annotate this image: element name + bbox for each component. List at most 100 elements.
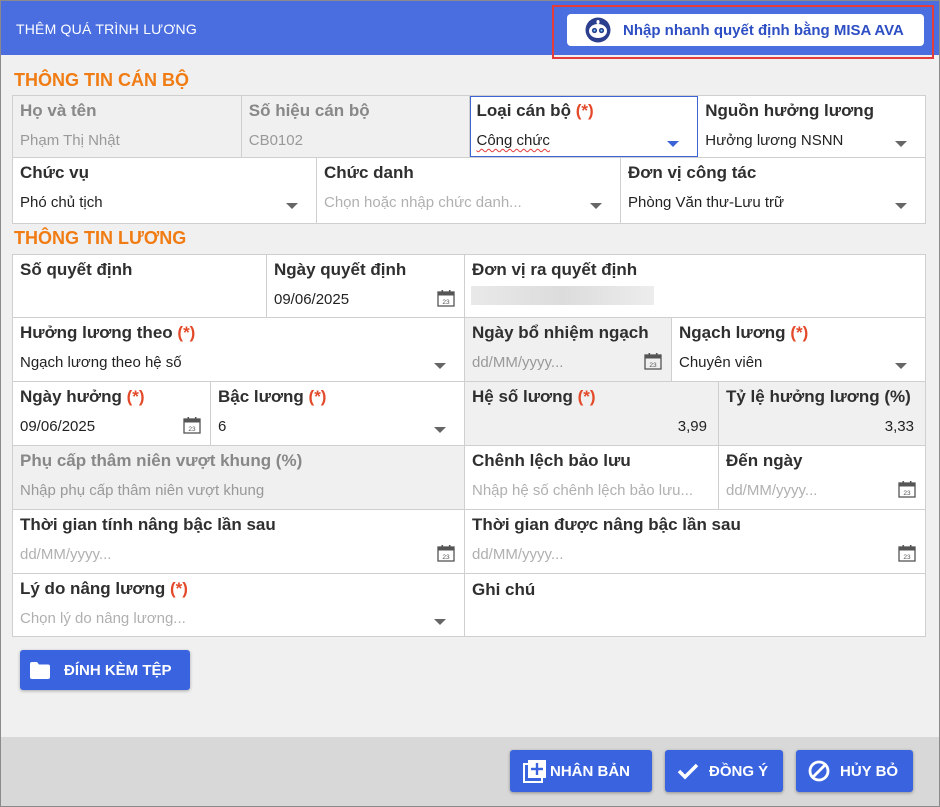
attach-file-button[interactable]: ĐÍNH KÈM TỆP xyxy=(20,650,190,690)
decision-date-input[interactable]: Ngày quyết định 09/06/2025 23 xyxy=(267,255,465,317)
effective-date-input[interactable]: Ngày hưởng (*) 09/06/2025 23 xyxy=(13,382,211,445)
section-title-salary-info: THÔNG TIN LƯƠNG xyxy=(14,228,187,248)
title-placeholder: Chọn hoặc nhập chức danh... xyxy=(324,194,522,211)
calendar-icon[interactable]: 23 xyxy=(898,544,916,562)
full-name-value: Phạm Thị Nhật xyxy=(20,132,120,149)
work-unit-select[interactable]: Đơn vị công tác Phòng Văn thư-Lưu trữ xyxy=(621,158,926,223)
rank-appoint-date-placeholder: dd/MM/yyyy... xyxy=(472,354,564,371)
reserved-diff-input[interactable]: Chênh lệch bảo lưu Nhập hệ số chênh lệch… xyxy=(465,446,719,509)
attach-file-label: ĐÍNH KÈM TỆP xyxy=(64,661,172,679)
to-date-label: Đến ngày xyxy=(726,451,803,470)
decision-no-input[interactable]: Số quyết định xyxy=(13,255,267,317)
next-raise-label: Thời gian được nâng bậc lần sau xyxy=(472,515,741,534)
next-raise-calc-label: Thời gian tính nâng bậc lần sau xyxy=(20,515,276,534)
section-title-staff-info: THÔNG TIN CÁN BỘ xyxy=(14,70,189,90)
calendar-day-text: 23 xyxy=(188,426,196,433)
rank-label: Ngạch lương (*) xyxy=(679,323,809,342)
seniority-allowance-placeholder: Nhập phụ cấp thâm niên vượt khung xyxy=(20,482,265,499)
to-date-placeholder: dd/MM/yyyy... xyxy=(726,482,818,499)
calendar-icon[interactable]: 23 xyxy=(437,544,455,562)
checkmark-icon xyxy=(677,763,699,780)
coefficient-value: 3,99 xyxy=(677,418,707,435)
duplicate-button[interactable]: NHÂN BẢN xyxy=(510,750,652,792)
salary-basis-label: Hưởng lương theo (*) xyxy=(20,323,196,342)
salary-source-value: Hưởng lương NSNN xyxy=(705,132,844,149)
position-label: Chức vụ xyxy=(20,163,89,182)
salary-source-label: Nguồn hưởng lương xyxy=(705,101,874,120)
position-value: Phó chủ tịch xyxy=(20,194,103,211)
calendar-day-text: 23 xyxy=(903,554,911,561)
next-raise-calc-input[interactable]: Thời gian tính nâng bậc lần sau dd/MM/yy… xyxy=(13,510,465,573)
full-name-field: Họ và tên Phạm Thị Nhật xyxy=(13,96,242,157)
note-textarea[interactable]: Ghi chú xyxy=(465,574,926,636)
salary-row-3: Ngày hưởng (*) 09/06/2025 23 Bậc lương (… xyxy=(12,382,926,446)
rank-appoint-date-input[interactable]: Ngày bổ nhiệm ngạch dd/MM/yyyy... 23 xyxy=(465,318,672,381)
work-unit-label: Đơn vị công tác xyxy=(628,163,757,182)
position-select[interactable]: Chức vụ Phó chủ tịch xyxy=(13,158,317,223)
next-raise-calc-placeholder: dd/MM/yyyy... xyxy=(20,546,112,563)
next-raise-input[interactable]: Thời gian được nâng bậc lần sau dd/MM/yy… xyxy=(465,510,926,573)
chevron-down-icon[interactable] xyxy=(667,141,680,147)
issuing-unit-input[interactable]: Đơn vị ra quyết định xyxy=(465,255,926,317)
salary-row-5: Thời gian tính nâng bậc lần sau dd/MM/yy… xyxy=(12,510,926,574)
coefficient-field: Hệ số lương (*) 3,99 xyxy=(465,382,719,445)
title-label: Chức danh xyxy=(324,163,414,182)
salary-source-select[interactable]: Nguồn hưởng lương Hưởng lương NSNN xyxy=(698,96,926,157)
salary-basis-value: Ngạch lương theo hệ số xyxy=(20,354,182,371)
staff-type-label: Loại cán bộ (*) xyxy=(476,101,594,120)
chevron-down-icon[interactable] xyxy=(895,141,907,147)
salary-row-2: Hưởng lương theo (*) Ngạch lương theo hệ… xyxy=(12,318,926,382)
grade-select[interactable]: Bậc lương (*) 6 xyxy=(211,382,465,445)
add-salary-process-dialog: THÊM QUÁ TRÌNH LƯƠNG Nhập nhanh quyết đị… xyxy=(0,0,940,807)
staff-code-field: Số hiệu cán bộ CB0102 xyxy=(241,96,470,157)
duplicate-label: NHÂN BẢN xyxy=(550,762,630,780)
seniority-allowance-label: Phụ cấp thâm niên vượt khung (%) xyxy=(20,451,303,470)
grade-label: Bậc lương (*) xyxy=(218,387,327,406)
chevron-down-icon[interactable] xyxy=(434,427,446,433)
ok-label: ĐỒNG Ý xyxy=(709,762,769,780)
chevron-down-icon[interactable] xyxy=(590,203,602,209)
ok-button[interactable]: ĐỒNG Ý xyxy=(665,750,783,792)
decision-no-label: Số quyết định xyxy=(20,260,133,279)
calendar-icon[interactable]: 23 xyxy=(183,416,201,434)
to-date-input[interactable]: Đến ngày dd/MM/yyyy... 23 xyxy=(719,446,926,509)
decision-date-label: Ngày quyết định xyxy=(274,260,407,279)
chevron-down-icon[interactable] xyxy=(286,203,298,209)
staff-code-label: Số hiệu cán bộ xyxy=(248,101,370,120)
rank-select[interactable]: Ngạch lương (*) Chuyên viên xyxy=(672,318,926,381)
title-select[interactable]: Chức danh Chọn hoặc nhập chức danh... xyxy=(317,158,621,223)
effective-date-label: Ngày hưởng (*) xyxy=(20,387,145,406)
staff-code-value: CB0102 xyxy=(248,132,303,149)
issuing-unit-blurred-value xyxy=(471,286,654,305)
staff-type-select[interactable]: Loại cán bộ (*) Công chức xyxy=(469,96,699,157)
salary-rate-field: Tỷ lệ hưởng lương (%) 3,33 xyxy=(719,382,926,445)
calendar-day-text: 23 xyxy=(442,299,450,306)
chevron-down-icon[interactable] xyxy=(895,203,907,209)
misa-ava-button-label: Nhập nhanh quyết định bằng MISA AVA xyxy=(623,21,904,39)
chevron-down-icon[interactable] xyxy=(434,363,446,369)
work-unit-value: Phòng Văn thư-Lưu trữ xyxy=(628,194,785,211)
reserved-diff-label: Chênh lệch bảo lưu xyxy=(472,451,631,470)
calendar-icon[interactable]: 23 xyxy=(898,480,916,498)
calendar-day-text: 23 xyxy=(903,490,911,497)
chevron-down-icon[interactable] xyxy=(895,363,907,369)
misa-ava-quick-entry-button[interactable]: Nhập nhanh quyết định bằng MISA AVA xyxy=(567,14,924,46)
raise-reason-select[interactable]: Lý do nâng lương (*) Chọn lý do nâng lươ… xyxy=(13,574,465,636)
full-name-label: Họ và tên xyxy=(20,101,97,120)
note-label: Ghi chú xyxy=(472,580,536,599)
salary-row-4: Phụ cấp thâm niên vượt khung (%) Nhập ph… xyxy=(12,446,926,510)
calendar-icon[interactable]: 23 xyxy=(644,352,662,370)
salary-row-6: Lý do nâng lương (*) Chọn lý do nâng lươ… xyxy=(12,574,926,637)
rank-value: Chuyên viên xyxy=(679,354,763,371)
chevron-down-icon[interactable] xyxy=(434,619,446,625)
calendar-icon[interactable]: 23 xyxy=(437,289,455,307)
salary-rate-value: 3,33 xyxy=(884,418,914,435)
salary-basis-select[interactable]: Hưởng lương theo (*) Ngạch lương theo hệ… xyxy=(13,318,465,381)
cancel-button[interactable]: HỦY BỎ xyxy=(796,750,913,792)
raise-reason-placeholder: Chọn lý do nâng lương... xyxy=(20,610,186,627)
issuing-unit-label: Đơn vị ra quyết định xyxy=(472,260,638,279)
rank-appoint-date-label: Ngày bổ nhiệm ngạch xyxy=(472,323,649,342)
raise-reason-label: Lý do nâng lương (*) xyxy=(20,579,188,598)
staff-row-2: Chức vụ Phó chủ tịch Chức danh Chọn hoặc… xyxy=(12,158,926,224)
seniority-allowance-input: Phụ cấp thâm niên vượt khung (%) Nhập ph… xyxy=(13,446,465,509)
